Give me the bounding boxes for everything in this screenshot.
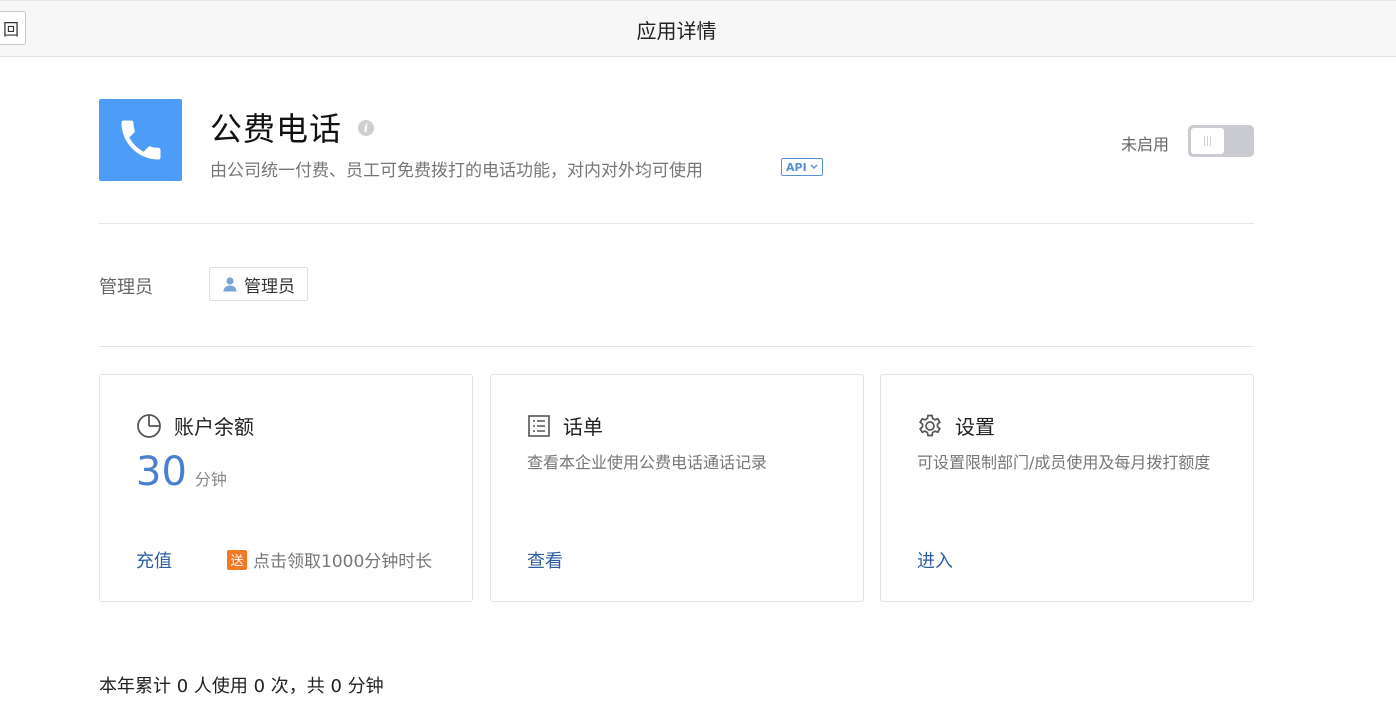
balance-card: 账户余额 30 分钟 充值 送 点击领取1000分钟时长	[99, 374, 473, 602]
toggle-knob	[1191, 128, 1224, 154]
admin-chip-label: 管理员	[244, 276, 295, 297]
api-label: API	[786, 160, 807, 174]
api-dropdown[interactable]: API	[781, 158, 823, 176]
bill-card-title: 话单	[563, 415, 603, 439]
enable-toggle[interactable]	[1188, 125, 1254, 157]
settings-card: 设置 可设置限制部门/成员使用及每月拨打额度 进入	[880, 374, 1254, 602]
page-title: 应用详情	[636, 19, 717, 43]
bill-card: 话单 查看本企业使用公费电话通话记录 查看	[490, 374, 864, 602]
divider	[99, 223, 1254, 224]
chevron-down-icon	[810, 164, 818, 169]
pie-clock-icon	[137, 413, 161, 438]
view-link[interactable]: 查看	[527, 547, 563, 573]
app-description: 由公司统一付费、员工可免费拨打的电话功能，对内对外均可使用	[210, 161, 703, 181]
balance-card-title: 账户余额	[174, 415, 254, 439]
top-bar: 回 应用详情	[0, 0, 1396, 57]
promo-link[interactable]: 送 点击领取1000分钟时长	[227, 547, 432, 572]
balance-value: 30 分钟	[136, 449, 227, 495]
bill-card-description: 查看本企业使用公费电话通话记录	[527, 453, 768, 472]
balance-unit: 分钟	[194, 470, 227, 489]
list-icon	[528, 414, 550, 437]
bill-card-header: 话单	[527, 411, 603, 440]
usage-summary: 本年累计 0 人使用 0 次，共 0 分钟	[99, 676, 384, 697]
status-label: 未启用	[1121, 135, 1170, 154]
admin-chip[interactable]: 管理员	[209, 267, 308, 301]
balance-card-header: 账户余额	[136, 411, 254, 440]
admin-label: 管理员	[99, 277, 153, 298]
user-icon	[223, 277, 237, 292]
app-name: 公费电话	[210, 110, 343, 148]
settings-card-description: 可设置限制部门/成员使用及每月拨打额度	[917, 453, 1211, 472]
settings-card-title: 设置	[955, 415, 995, 439]
enter-link[interactable]: 进入	[917, 547, 953, 573]
promo-text: 点击领取1000分钟时长	[253, 552, 433, 572]
gift-badge-icon: 送	[227, 549, 247, 570]
divider	[99, 346, 1254, 347]
settings-card-header: 设置	[917, 411, 995, 440]
recharge-link[interactable]: 充值	[136, 547, 172, 573]
gear-icon	[919, 414, 941, 436]
phone-icon	[99, 99, 182, 181]
balance-number: 30	[136, 449, 187, 495]
info-icon[interactable]: i	[358, 120, 374, 136]
